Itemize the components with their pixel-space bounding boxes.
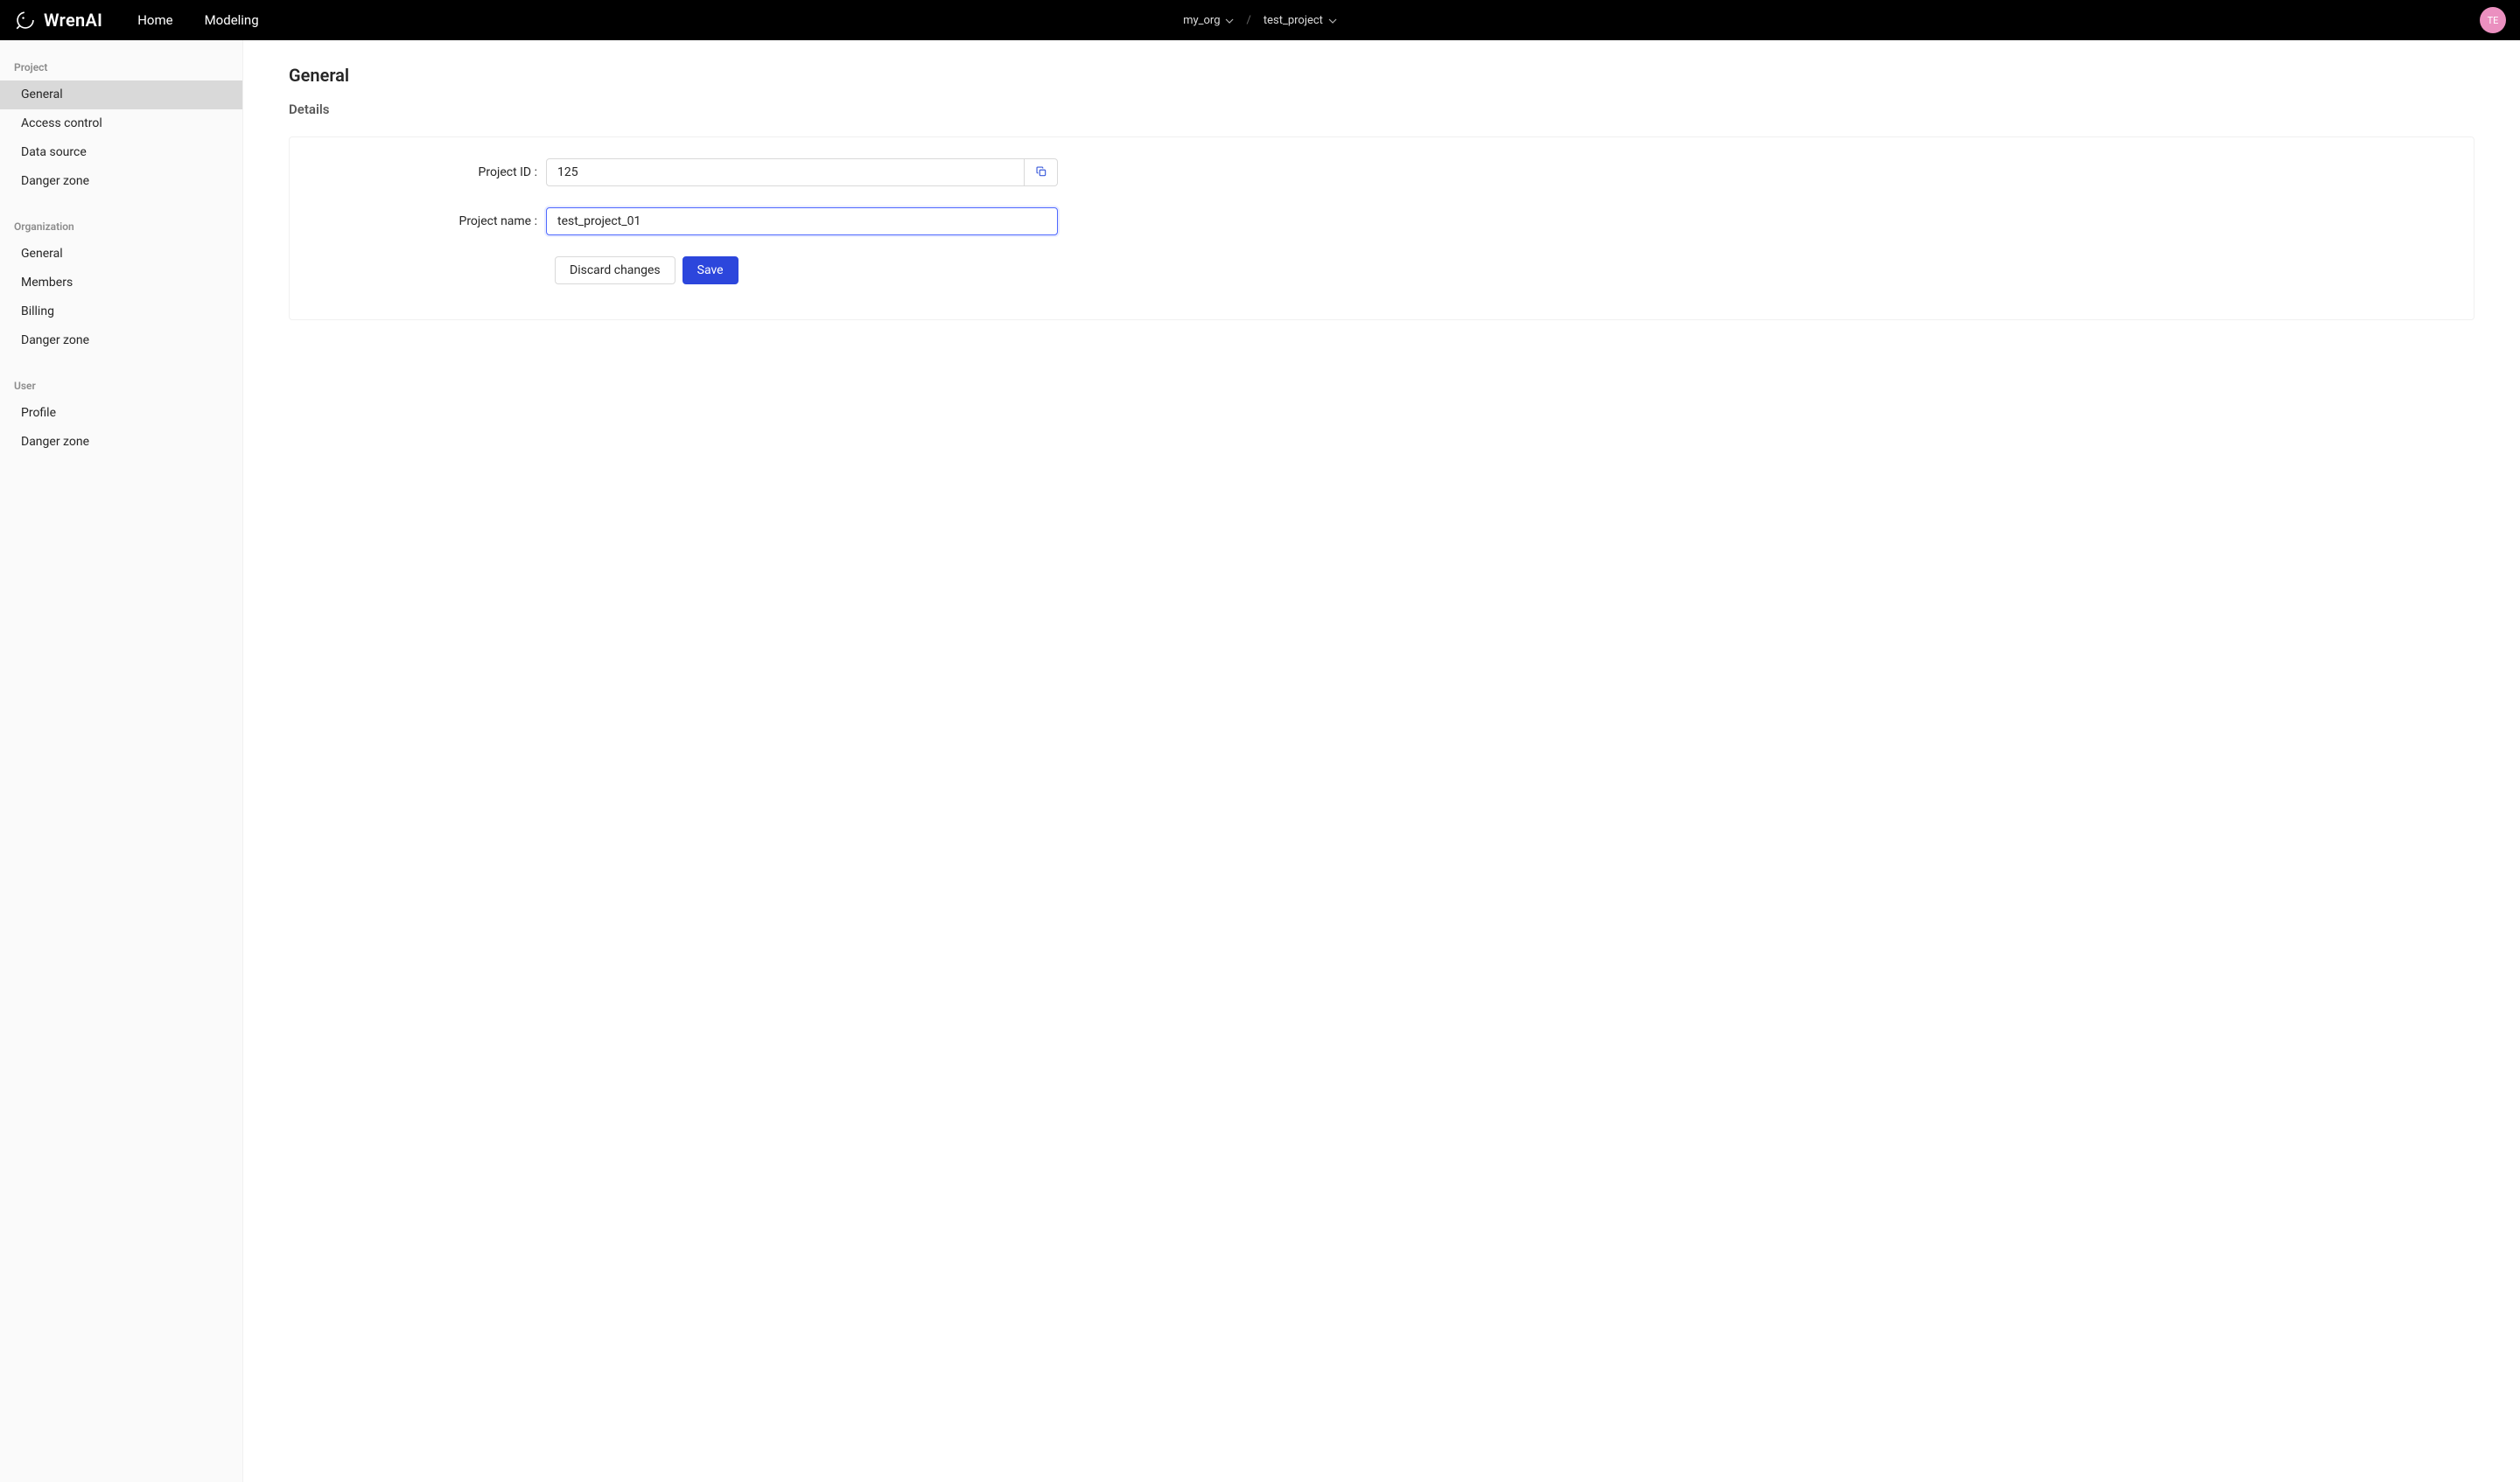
copy-project-id-button[interactable] bbox=[1025, 158, 1058, 186]
user-avatar[interactable]: TE bbox=[2480, 7, 2506, 33]
project-id-label: Project ID bbox=[314, 165, 546, 179]
form-actions: Discard changes Save bbox=[555, 256, 2449, 284]
main-content: General Details Project ID bbox=[243, 40, 2520, 1482]
brand-name: WrenAI bbox=[44, 10, 102, 31]
sidebar-item-project-danger-zone[interactable]: Danger zone bbox=[0, 167, 242, 196]
breadcrumb-org[interactable]: my_org bbox=[1183, 14, 1234, 27]
wren-logo-icon bbox=[14, 9, 37, 31]
app-header: WrenAI Home Modeling my_org / test_proje… bbox=[0, 0, 2520, 40]
details-card: Project ID Project name bbox=[289, 136, 2474, 320]
sidebar-item-access-control[interactable]: Access control bbox=[0, 109, 242, 138]
nav-modeling[interactable]: Modeling bbox=[205, 12, 259, 28]
breadcrumb-org-label: my_org bbox=[1183, 14, 1220, 27]
project-id-input[interactable] bbox=[546, 158, 1025, 186]
nav-home[interactable]: Home bbox=[137, 12, 172, 28]
settings-sidebar: Project General Access control Data sour… bbox=[0, 40, 243, 1482]
sidebar-item-user-danger-zone[interactable]: Danger zone bbox=[0, 428, 242, 457]
sidebar-item-project-general[interactable]: General bbox=[0, 80, 242, 109]
page-title: General bbox=[289, 65, 2474, 86]
form-row-project-id: Project ID bbox=[314, 158, 2449, 186]
breadcrumb-project-label: test_project bbox=[1264, 14, 1323, 27]
form-row-project-name: Project name bbox=[314, 207, 2449, 235]
sidebar-section-title: User bbox=[0, 380, 242, 399]
sidebar-section-organization: Organization General Members Billing Dan… bbox=[0, 220, 242, 355]
section-title: Details bbox=[289, 101, 2474, 117]
save-button[interactable]: Save bbox=[682, 256, 738, 284]
breadcrumb-separator: / bbox=[1247, 14, 1251, 27]
chevron-down-icon bbox=[1226, 16, 1235, 24]
project-name-input[interactable] bbox=[546, 207, 1058, 235]
sidebar-item-billing[interactable]: Billing bbox=[0, 297, 242, 326]
copy-icon bbox=[1035, 165, 1047, 180]
sidebar-section-title: Project bbox=[0, 61, 242, 80]
discard-changes-button[interactable]: Discard changes bbox=[555, 256, 676, 284]
sidebar-item-data-source[interactable]: Data source bbox=[0, 138, 242, 167]
sidebar-item-profile[interactable]: Profile bbox=[0, 399, 242, 428]
sidebar-item-members[interactable]: Members bbox=[0, 269, 242, 297]
chevron-down-icon bbox=[1328, 16, 1337, 24]
breadcrumb: my_org / test_project bbox=[1183, 14, 1337, 27]
project-name-label: Project name bbox=[314, 214, 546, 228]
primary-nav: Home Modeling bbox=[137, 12, 258, 28]
sidebar-section-title: Organization bbox=[0, 220, 242, 240]
sidebar-item-org-general[interactable]: General bbox=[0, 240, 242, 269]
sidebar-section-user: User Profile Danger zone bbox=[0, 380, 242, 457]
brand-logo[interactable]: WrenAI bbox=[14, 9, 102, 31]
breadcrumb-project[interactable]: test_project bbox=[1264, 14, 1337, 27]
sidebar-section-project: Project General Access control Data sour… bbox=[0, 61, 242, 196]
sidebar-item-org-danger-zone[interactable]: Danger zone bbox=[0, 326, 242, 355]
